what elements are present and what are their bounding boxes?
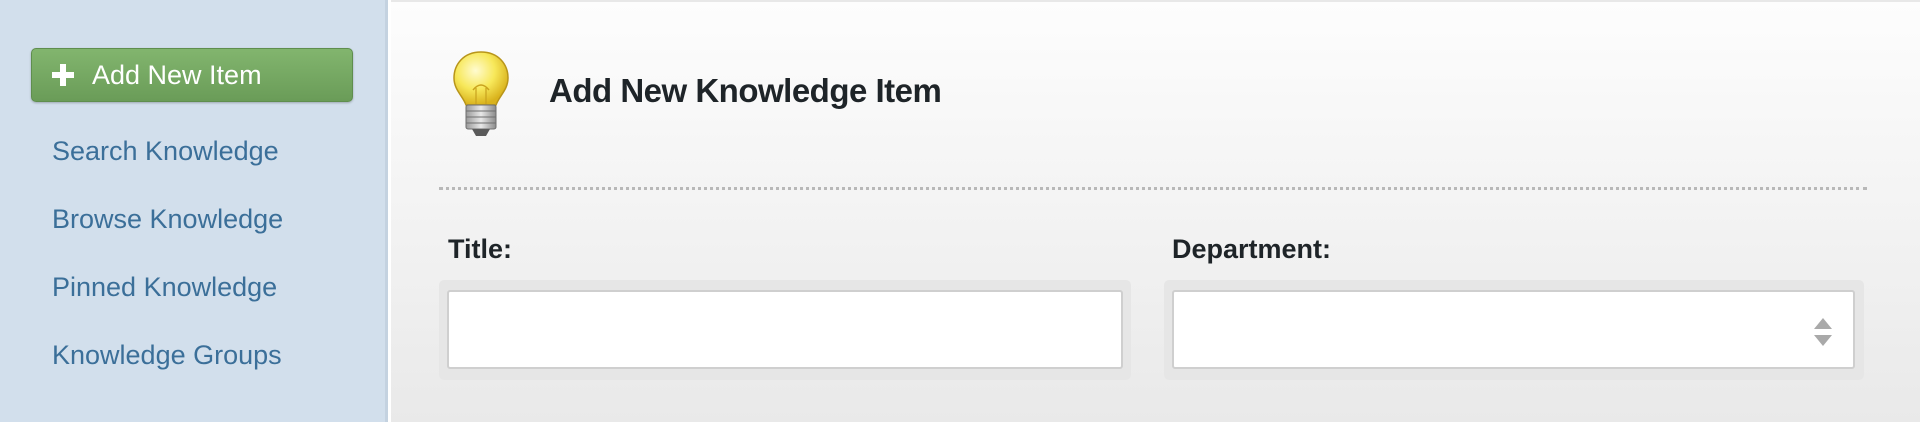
- department-label: Department:: [1172, 234, 1332, 264]
- department-select[interactable]: [1172, 290, 1855, 369]
- title-label: Title:: [448, 234, 513, 264]
- divider: [439, 187, 1867, 190]
- sidebar: Add New Item Search Knowledge Browse Kno…: [0, 0, 388, 422]
- sidebar-item-knowledge-groups[interactable]: Knowledge Groups: [52, 340, 282, 371]
- department-field-wrapper: [1164, 280, 1864, 380]
- lightbulb-icon: [453, 51, 509, 136]
- page-title: Add New Knowledge Item: [549, 72, 942, 109]
- title-field-box: [447, 290, 1123, 369]
- main-content: Add New Knowledge Item Title: Department…: [391, 0, 1920, 422]
- add-new-item-button[interactable]: Add New Item: [31, 48, 353, 102]
- app-window: Add New Item Search Knowledge Browse Kno…: [0, 0, 1920, 422]
- sidebar-item-search-knowledge[interactable]: Search Knowledge: [52, 136, 279, 167]
- title-input[interactable]: [449, 292, 1121, 367]
- select-arrows-icon: [1814, 318, 1832, 346]
- add-new-item-label: Add New Item: [92, 59, 262, 90]
- sidebar-item-pinned-knowledge[interactable]: Pinned Knowledge: [52, 272, 277, 303]
- title-field-wrapper: [439, 280, 1131, 380]
- sidebar-item-browse-knowledge[interactable]: Browse Knowledge: [52, 204, 283, 235]
- plus-icon: [52, 64, 74, 86]
